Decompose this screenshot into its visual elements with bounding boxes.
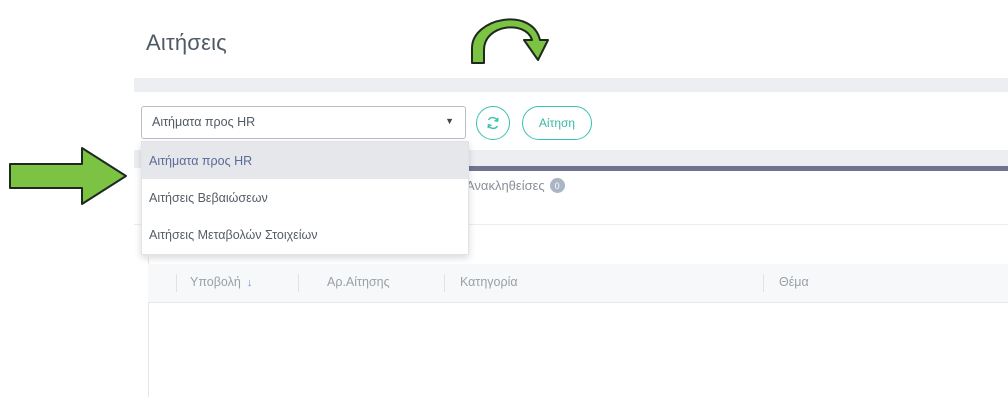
select-value: Αιτήματα προς HR (152, 115, 256, 129)
page-title: Αιτήσεις (146, 30, 227, 55)
pointer-arrow-icon (9, 147, 127, 205)
column-separator (763, 274, 764, 292)
dropdown-option-data-change-requests[interactable]: Αιτήσεις Μεταβολών Στοιχείων (142, 216, 468, 253)
caret-down-icon: ▼ (445, 116, 454, 126)
dropdown-option-certificate-requests[interactable]: Αιτήσεις Βεβαιώσεων (142, 179, 468, 216)
column-header-submission[interactable]: Υποβολή ↓ (190, 275, 252, 289)
column-separator (298, 274, 299, 292)
table-header: Υποβολή ↓ Αρ.Αίτησης Κατηγορία Θέμα (148, 264, 1008, 303)
tab-revoked-label: Ανακληθείσες (466, 178, 545, 193)
sort-down-icon: ↓ (246, 277, 253, 289)
column-header-request-number[interactable]: Αρ.Αίτησης (327, 275, 390, 289)
request-type-dropdown: Αιτήματα προς HR Αιτήσεις Βεβαιώσεων Αιτ… (141, 141, 469, 255)
new-request-button[interactable]: Αίτηση (522, 106, 592, 140)
curved-arrow-icon (471, 18, 549, 64)
tab-revoked[interactable]: Ανακληθείσες 0 (466, 178, 565, 193)
column-separator (444, 274, 445, 292)
column-separator (176, 274, 177, 292)
column-header-subject[interactable]: Θέμα (779, 275, 809, 289)
dropdown-option-hr-requests[interactable]: Αιτήματα προς HR (142, 142, 468, 179)
tab-revoked-count-badge: 0 (549, 178, 565, 193)
toolbar-top-band (134, 78, 1008, 92)
column-header-submission-label: Υποβολή (190, 275, 241, 289)
column-header-category[interactable]: Κατηγορία (460, 275, 518, 289)
refresh-button[interactable] (476, 106, 510, 140)
refresh-icon (487, 116, 499, 130)
request-type-select[interactable]: Αιτήματα προς HR ▼ (141, 106, 466, 139)
tabs-accent-bar (466, 166, 1008, 171)
